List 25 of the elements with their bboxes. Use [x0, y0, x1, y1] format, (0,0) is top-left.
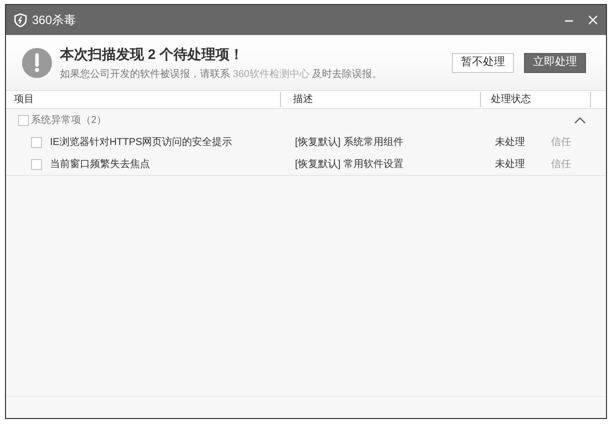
- trust-link[interactable]: 信任: [551, 156, 571, 172]
- checkbox[interactable]: [18, 114, 29, 126]
- ignore-button[interactable]: 暂不处理: [452, 52, 514, 72]
- status-text: 未处理: [494, 136, 526, 150]
- process-now-button[interactable]: 立即处理: [524, 52, 586, 72]
- status-text: 未处理: [494, 158, 526, 172]
- item-description: [恢复默认] 常用软件设置: [294, 158, 404, 172]
- shield-icon: [14, 13, 27, 27]
- trust-link[interactable]: 信任: [551, 134, 571, 150]
- chevron-up-icon[interactable]: [574, 116, 586, 124]
- detection-center-link[interactable]: 360软件检测中心: [232, 68, 310, 80]
- column-header: 处理状态: [481, 92, 591, 107]
- close-icon[interactable]: [588, 15, 598, 25]
- item-description: [恢复默认] 系统常用组件: [294, 136, 404, 150]
- item-name: IE浏览器针对HTTPS网页访问的安全提示: [50, 136, 232, 150]
- item-name: 当前窗口频繁失去焦点: [50, 158, 150, 172]
- checkbox[interactable]: [31, 136, 42, 148]
- group-label: 系统异常项（2）: [31, 114, 107, 128]
- column-header: 描述: [281, 92, 481, 107]
- scan-result-title: 本次扫描发现 2 个待处理项！: [60, 44, 245, 64]
- checkbox[interactable]: [31, 158, 42, 170]
- exclamation-icon: [22, 48, 52, 78]
- window-title: 360杀毒: [32, 12, 76, 29]
- column-header: 项目: [6, 92, 281, 107]
- false-positive-note: 如果您公司开发的软件被误报，请联系 360软件检测中心 及时去除误报。: [60, 68, 382, 82]
